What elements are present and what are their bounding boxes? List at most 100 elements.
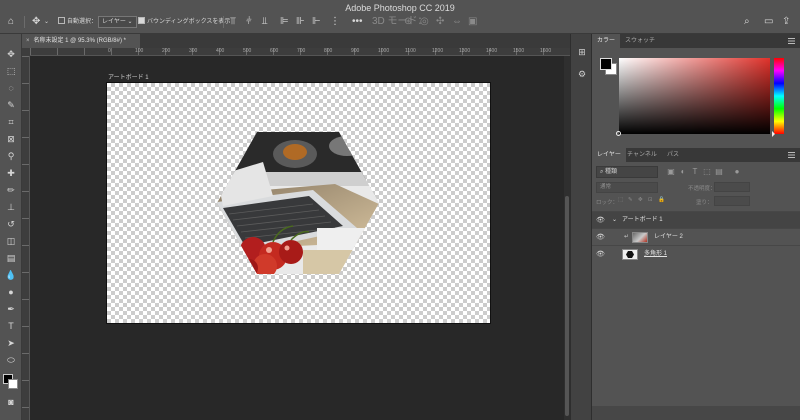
- align-right-icon[interactable]: ⊩: [312, 14, 321, 30]
- auto-select-dropdown[interactable]: レイヤー ⌄: [98, 16, 137, 28]
- lock-all-icon[interactable]: 🔒: [658, 197, 665, 203]
- lock-transparent-icon[interactable]: ⬚: [618, 197, 623, 203]
- pan-3d-icon[interactable]: ✣: [436, 14, 444, 30]
- tab-swatches[interactable]: スウォッチ: [620, 34, 660, 48]
- eye-icon[interactable]: 👁: [596, 216, 605, 225]
- tools-panel: ✥ ⬚ ◌ ✎ ⌗ ⊠ ⚲ ✚ ✏ ⊥ ↺ ◫ ▤ 💧 ● ✒ T ➤ ⬭ ◙: [0, 34, 22, 420]
- shape-tool-icon[interactable]: ⬭: [3, 354, 19, 367]
- frame-tool-icon[interactable]: ⊠: [3, 133, 19, 146]
- align-horizontal-center-icon[interactable]: ⊪: [296, 14, 305, 30]
- layer-row-artboard[interactable]: 👁 ⌄ アートボード 1: [592, 211, 800, 228]
- document-tab[interactable]: × 名称未設定 1 @ 95.3% (RGB/8#) *: [22, 34, 140, 48]
- roll-3d-icon[interactable]: ◎: [420, 14, 429, 30]
- chevron-down-icon[interactable]: ⌄: [44, 14, 49, 30]
- scrollbar-thumb[interactable]: [565, 196, 569, 416]
- adjustment-filter-icon[interactable]: ◐: [678, 167, 688, 177]
- pen-tool-icon[interactable]: ✒: [3, 303, 19, 316]
- search-icon[interactable]: ⌕: [744, 14, 750, 30]
- show-transform-checkbox[interactable]: バウンディングボックスを表示: [138, 14, 230, 30]
- color-field[interactable]: [619, 58, 770, 134]
- layer-kind-filter[interactable]: ⌕ 種類: [596, 166, 658, 178]
- tab-channels[interactable]: チャンネル: [622, 148, 662, 162]
- show-transform-label: バウンディングボックスを表示: [147, 19, 231, 25]
- smart-object-filter-icon[interactable]: ▤: [714, 167, 724, 177]
- layer-row-photo[interactable]: 👁 ↵ レイヤー 2: [592, 228, 800, 245]
- path-select-tool-icon[interactable]: ➤: [3, 337, 19, 350]
- align-bottom-icon[interactable]: ⫫: [262, 14, 268, 30]
- layer-kind-label: 種類: [605, 169, 618, 175]
- tab-color[interactable]: カラー: [592, 34, 621, 48]
- move-tool-preset-icon[interactable]: ✥: [32, 14, 40, 30]
- ruler-tick-label: 600: [270, 48, 279, 54]
- hexagon-icon: [626, 251, 634, 258]
- opacity-field[interactable]: [714, 182, 750, 192]
- ruler-tick-label: 1500: [513, 48, 525, 54]
- layer-name: 多角形 1: [644, 251, 668, 257]
- hue-slider[interactable]: [774, 58, 784, 134]
- pixel-filter-icon[interactable]: ▣: [666, 167, 676, 177]
- align-left-icon[interactable]: ⊫: [280, 14, 289, 30]
- panel-menu-icon[interactable]: [788, 152, 795, 158]
- color-picker-marker[interactable]: [616, 131, 621, 136]
- properties-panel-icon[interactable]: ⚙: [576, 68, 588, 80]
- eraser-tool-icon[interactable]: ◫: [3, 235, 19, 248]
- move-tool-icon[interactable]: ✥: [3, 48, 19, 61]
- lasso-tool-icon[interactable]: ◌: [3, 82, 19, 95]
- history-panel-icon[interactable]: ⊞: [576, 46, 588, 58]
- lock-pixels-icon[interactable]: ✎: [628, 197, 633, 203]
- tab-layers[interactable]: レイヤー: [592, 148, 626, 162]
- artboard-label[interactable]: アートボード 1: [108, 72, 149, 81]
- fill-field[interactable]: [714, 196, 750, 206]
- ruler-tick-label: 1600: [540, 48, 552, 54]
- filter-toggle-icon[interactable]: ●: [732, 167, 742, 177]
- quick-select-tool-icon[interactable]: ✎: [3, 99, 19, 112]
- marquee-tool-icon[interactable]: ⬚: [3, 65, 19, 78]
- options-row: ⌂ ✥ ⌄ 自動選択： レイヤー ⌄ バウンディングボックスを表示 ⫪ ⫩ ⫫ …: [0, 14, 800, 30]
- share-icon[interactable]: ⇪: [782, 14, 790, 30]
- brush-tool-icon[interactable]: ✏: [3, 184, 19, 197]
- history-brush-tool-icon[interactable]: ↺: [3, 218, 19, 231]
- background-color-swatch[interactable]: [8, 379, 18, 389]
- scale-3d-icon[interactable]: ▣: [468, 14, 477, 30]
- eye-icon[interactable]: 👁: [596, 250, 605, 259]
- auto-select-label: 自動選択：: [67, 19, 98, 25]
- crop-tool-icon[interactable]: ⌗: [3, 116, 19, 129]
- workspace-icon[interactable]: ▭: [764, 14, 773, 30]
- dodge-tool-icon[interactable]: ●: [3, 286, 19, 299]
- hexagon-clipped-photo[interactable]: [217, 132, 379, 274]
- layers-panel-tabs: レイヤー チャンネル パス: [592, 148, 800, 162]
- auto-select-value: レイヤー: [102, 19, 126, 25]
- panel-menu-icon[interactable]: [788, 38, 795, 44]
- eyedropper-tool-icon[interactable]: ⚲: [3, 150, 19, 163]
- lock-artboard-icon[interactable]: ⊡: [648, 197, 653, 203]
- lock-position-icon[interactable]: ✥: [638, 197, 643, 203]
- clone-stamp-tool-icon[interactable]: ⊥: [3, 201, 19, 214]
- blur-tool-icon[interactable]: 💧: [3, 269, 19, 282]
- shape-filter-icon[interactable]: ⬚: [702, 167, 712, 177]
- right-panels: カラー スウォッチ レイヤー チャンネル パス ⌕ 種類 ▣ ◐ T ⬚ ▤ ●…: [592, 34, 800, 420]
- auto-select-checkbox[interactable]: 自動選択：: [58, 14, 97, 30]
- layers-panel: ⌕ 種類 ▣ ◐ T ⬚ ▤ ● 通常 不透明度： ロック： ⬚ ✎ ✥ ⊡ 🔒…: [592, 162, 800, 420]
- hue-slider-marker[interactable]: [772, 131, 775, 137]
- vertical-ruler[interactable]: [22, 56, 30, 420]
- layer-row-polygon[interactable]: 👁 多角形 1: [592, 245, 800, 262]
- slide-3d-icon[interactable]: ⇔: [452, 14, 462, 30]
- chevron-down-icon: ⌄: [127, 19, 133, 25]
- tab-paths[interactable]: パス: [662, 148, 684, 162]
- type-tool-icon[interactable]: T: [3, 320, 19, 333]
- healing-brush-tool-icon[interactable]: ✚: [3, 167, 19, 180]
- blend-mode-dropdown[interactable]: 通常: [596, 182, 658, 193]
- align-top-icon[interactable]: ⫪: [230, 14, 236, 30]
- orbit-3d-icon[interactable]: ⊛: [404, 14, 412, 30]
- eye-icon[interactable]: 👁: [596, 233, 605, 242]
- home-icon[interactable]: ⌂: [8, 14, 14, 30]
- foreground-color-chip[interactable]: [600, 58, 612, 70]
- close-icon[interactable]: ×: [26, 38, 30, 44]
- gradient-tool-icon[interactable]: ▤: [3, 252, 19, 265]
- expand-chevron-icon[interactable]: ⌄: [612, 212, 617, 229]
- more-options-icon[interactable]: •••: [352, 14, 363, 30]
- distribute-icon[interactable]: ⋮: [330, 14, 340, 30]
- quick-mask-icon[interactable]: ◙: [3, 396, 19, 409]
- align-vertical-center-icon[interactable]: ⫩: [246, 14, 252, 30]
- type-filter-icon[interactable]: T: [690, 167, 700, 177]
